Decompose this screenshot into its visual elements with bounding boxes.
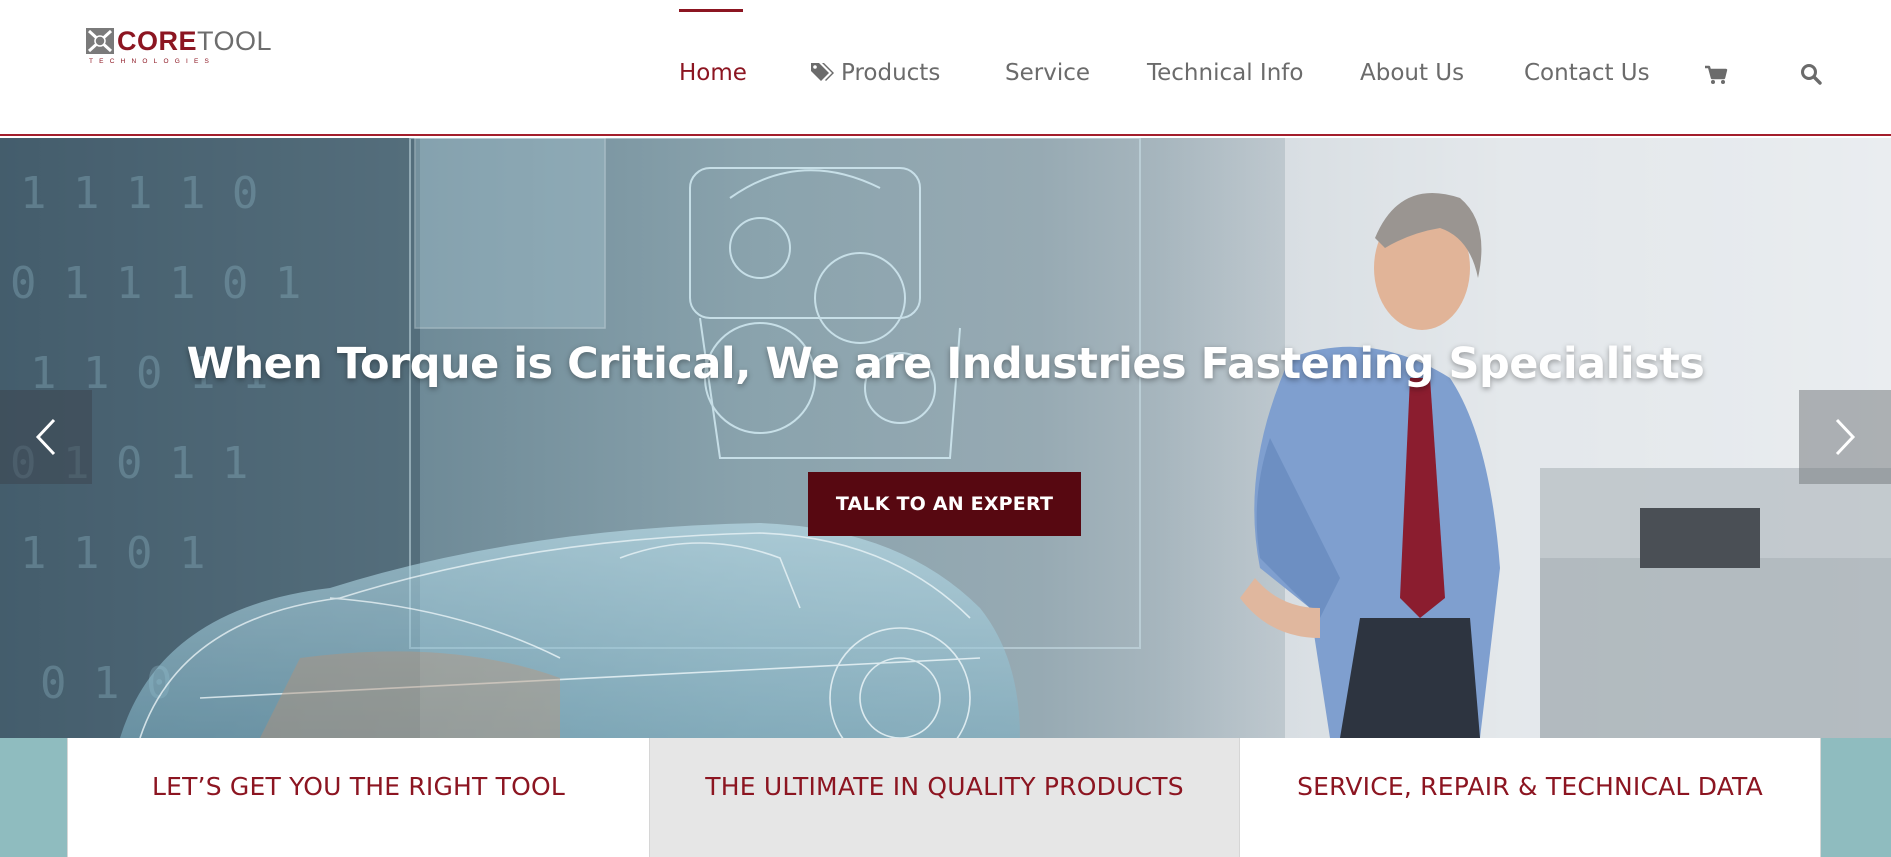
svg-text:0 1 1 1 0 1: 0 1 1 1 0 1 xyxy=(10,258,301,309)
feature-quality-products[interactable]: THE ULTIMATE IN QUALITY PRODUCTS xyxy=(650,738,1239,857)
feature-service-repair[interactable]: SERVICE, REPAIR & TECHNICAL DATA xyxy=(1239,738,1821,857)
chevron-left-icon xyxy=(35,418,56,456)
nav-products-label: Products xyxy=(841,60,941,86)
feature-tiles: LET’S GET YOU THE RIGHT TOOL THE ULTIMAT… xyxy=(0,738,1891,857)
main-nav: Home Products Service Technical Info Abo… xyxy=(0,0,1891,136)
chevron-right-icon xyxy=(1835,418,1856,456)
site-header: CORETOOL TECHNOLOGIES Home Products Serv… xyxy=(0,0,1891,136)
nav-active-indicator xyxy=(679,9,743,12)
hero-headline: When Torque is Critical, We are Industri… xyxy=(186,339,1705,389)
cart-button[interactable] xyxy=(1704,63,1728,93)
feature-service-repair-label: SERVICE, REPAIR & TECHNICAL DATA xyxy=(1297,772,1763,801)
nav-about-us[interactable]: About Us xyxy=(1360,58,1464,88)
nav-technical-info[interactable]: Technical Info xyxy=(1147,58,1303,88)
hero-background-image: 1 1 1 1 0 0 1 1 1 0 1 1 1 0 1 1 0 1 0 1 … xyxy=(0,138,1891,738)
svg-text:1 1 1 1 0: 1 1 1 1 0 xyxy=(20,168,258,219)
hero-slider: 1 1 1 1 0 0 1 1 1 0 1 1 1 0 1 1 0 1 0 1 … xyxy=(0,138,1891,738)
feature-right-tool-label: LET’S GET YOU THE RIGHT TOOL xyxy=(151,772,566,801)
talk-to-expert-button[interactable]: TALK TO AN EXPERT xyxy=(808,472,1081,536)
nav-contact-us[interactable]: Contact Us xyxy=(1524,58,1650,88)
search-icon xyxy=(1801,64,1822,85)
svg-text:1 1 0 1: 1 1 0 1 xyxy=(20,528,205,579)
nav-home[interactable]: Home xyxy=(679,58,747,88)
feature-right-tool[interactable]: LET’S GET YOU THE RIGHT TOOL xyxy=(67,738,650,857)
slider-next-button[interactable] xyxy=(1799,390,1891,484)
nav-products[interactable]: Products xyxy=(810,58,940,88)
nav-service[interactable]: Service xyxy=(1005,58,1090,88)
feature-quality-products-label: THE ULTIMATE IN QUALITY PRODUCTS xyxy=(705,772,1184,801)
cart-icon xyxy=(1705,65,1728,84)
slider-prev-button[interactable] xyxy=(0,390,92,484)
tags-icon xyxy=(811,62,834,81)
search-button[interactable] xyxy=(1800,63,1822,93)
